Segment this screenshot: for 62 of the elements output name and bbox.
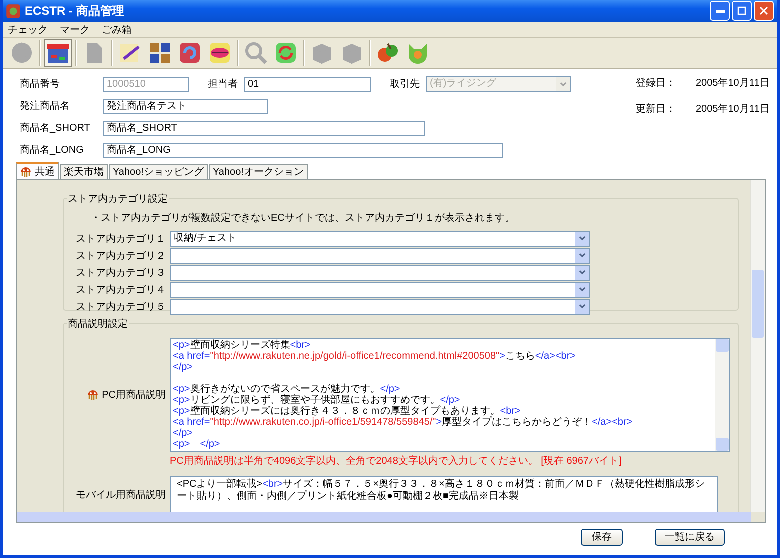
category-dropdown[interactable] bbox=[170, 282, 590, 298]
text-field[interactable]: 発注商品名テスト bbox=[103, 98, 268, 114]
group-title: ストア内カテゴリ設定 bbox=[67, 192, 169, 206]
maximize-icon bbox=[736, 5, 748, 17]
fruit-icon bbox=[376, 41, 400, 65]
field-label: 発注商品名 bbox=[19, 100, 71, 113]
category-dropdown[interactable] bbox=[170, 248, 590, 264]
field-label: ストア内カテゴリ５ bbox=[75, 300, 167, 314]
toolbar-button[interactable] bbox=[44, 39, 72, 67]
text-field[interactable]: 01 bbox=[244, 76, 371, 92]
search-icon bbox=[244, 41, 268, 65]
date-label: 登録日： bbox=[636, 77, 676, 90]
tab[interactable]: 楽天市場 bbox=[60, 164, 108, 179]
refresh-icon bbox=[274, 41, 298, 65]
note-text: ・ストア内カテゴリが複数設定できないECサイトでは、ストア内カテゴリ１が表示されます。 bbox=[90, 212, 516, 225]
menu-item[interactable]: チェック bbox=[8, 22, 48, 36]
category-dropdown[interactable] bbox=[170, 298, 590, 314]
field-label: 商品番号 bbox=[19, 78, 61, 91]
date-value: 2005年10月11日 bbox=[696, 77, 770, 90]
chevron-down-icon bbox=[558, 80, 568, 88]
field-label: PC用商品説明 bbox=[102, 388, 166, 402]
category-dropdown[interactable]: 収納/チェスト bbox=[170, 230, 590, 246]
tab[interactable]: Yahoo!ショッピング bbox=[109, 164, 208, 179]
field-label: ストア内カテゴリ２ bbox=[75, 250, 167, 262]
app-icon bbox=[6, 4, 21, 18]
close-button[interactable] bbox=[754, 1, 774, 21]
menu-item[interactable]: マーク bbox=[60, 22, 90, 36]
text-field[interactable]: 商品名_LONG bbox=[103, 142, 503, 158]
close-icon bbox=[758, 5, 770, 17]
swirl-icon bbox=[178, 41, 202, 65]
action-button[interactable]: 保存 bbox=[581, 529, 623, 546]
field-label: ストア内カテゴリ３ bbox=[75, 266, 167, 280]
html-editor-field[interactable]: <PCより一部転載><br>サイズ：幅５７．５×奥行３３．８×高さ１８０ｃｍ材質：前面／ＭＤＦ（熱硬化性樹脂成形シート貼り）、側面・内側／プリント紙化粧合板●可動棚２枚■完成品※日本製 bbox=[170, 476, 718, 512]
menu-item[interactable]: ごみ箱 bbox=[102, 22, 132, 36]
date-label: 更新日： bbox=[636, 102, 676, 116]
minimize-button[interactable] bbox=[710, 1, 730, 21]
pencil-icon bbox=[118, 41, 142, 65]
tab[interactable]: 共通 bbox=[16, 162, 59, 179]
warning-text: PC用商品説明は半角で4096文字以内、全角で2048文字以内で入力してください。 [現在 6967バイト] bbox=[169, 454, 623, 468]
field-label: ストア内カテゴリ４ bbox=[75, 284, 167, 296]
field-label: 商品名_LONG bbox=[19, 144, 85, 157]
text-field[interactable]: 商品名_SHORT bbox=[103, 120, 425, 136]
field-label: 担当者 bbox=[208, 78, 238, 91]
group-title: 商品説明設定 bbox=[67, 317, 129, 331]
action-button[interactable]: 一覧に戻る bbox=[655, 529, 725, 546]
vertical-scrollbar[interactable] bbox=[750, 180, 765, 512]
window-title: ECSTR - 商品管理 bbox=[25, 2, 126, 20]
horizontal-scrollbar[interactable] bbox=[17, 512, 751, 522]
date-value: 2005年10月11日 bbox=[696, 103, 770, 116]
field-label: 取引先 bbox=[390, 78, 420, 91]
field-label: モバイル用商品説明 bbox=[76, 488, 166, 502]
category-dropdown[interactable] bbox=[170, 264, 590, 280]
tab[interactable]: Yahoo!オークション bbox=[208, 164, 308, 179]
cat-icon bbox=[406, 41, 430, 65]
field-label: ストア内カテゴリ１ bbox=[75, 232, 167, 246]
maximize-button[interactable] bbox=[732, 1, 752, 21]
minimize-icon bbox=[716, 10, 724, 12]
lips-icon bbox=[208, 41, 232, 65]
field-label: 商品名_SHORT bbox=[19, 122, 92, 135]
boxes-icon bbox=[148, 41, 172, 65]
mushroom-icon bbox=[20, 166, 32, 178]
storefront-icon bbox=[46, 41, 70, 65]
